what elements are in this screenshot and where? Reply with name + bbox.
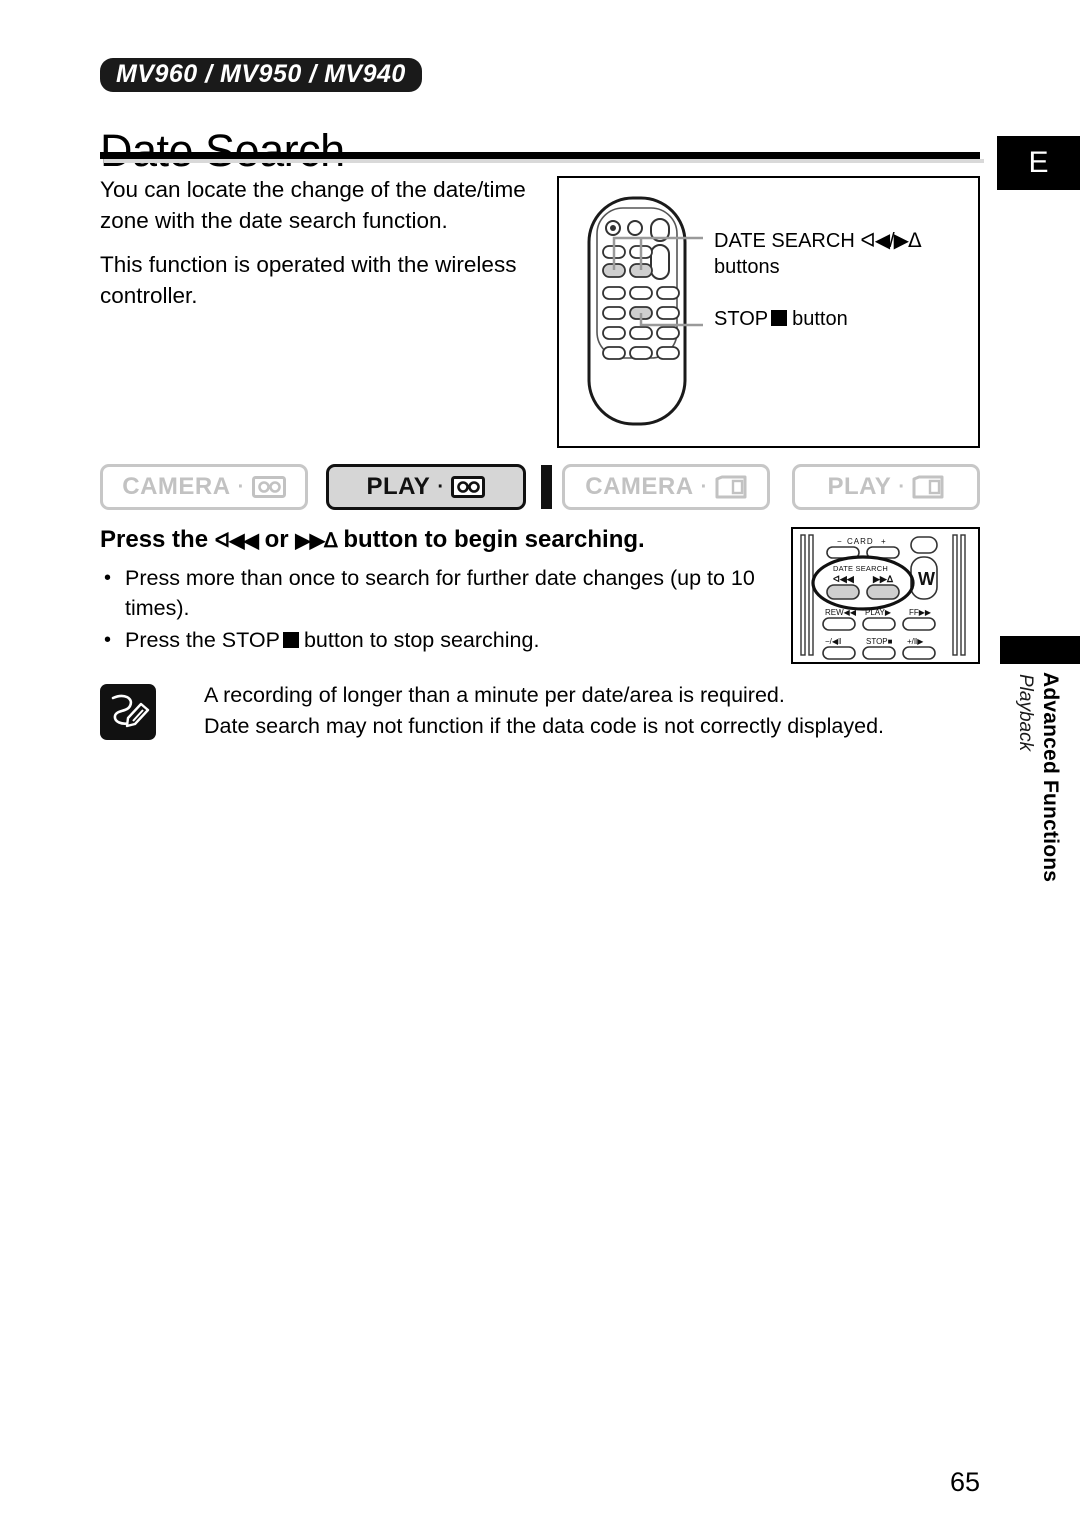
callout-stop-label: STOP (714, 308, 769, 330)
language-tab: E (997, 136, 1080, 190)
date-search-arrows-icon: ᐊ◀/▶ᐃ (860, 230, 921, 252)
mode-label: CAMERA (585, 473, 694, 500)
section-label-advanced-functions: Advanced Functions (1039, 672, 1062, 883)
page-number: 65 (949, 1467, 980, 1497)
intro-paragraph-1: You can locate the change of the date/ti… (100, 177, 526, 233)
tape-icon (251, 476, 286, 498)
page-title: Date Search (100, 125, 345, 177)
fast-forward-arrows-icon: ▶▶ᐃ (295, 530, 337, 552)
title-rule (100, 152, 980, 159)
bullet-stop-pre: Press the STOP (125, 628, 280, 652)
section-tab-labels: Advanced Functions Playback (1000, 672, 1080, 932)
instruction-block: Press the ᐊ◀◀ or ▶▶ᐃ button to begin sea… (100, 524, 760, 657)
memo-pencil-glyph (111, 694, 150, 728)
svg-text:−/◀‖: −/◀‖ (825, 637, 841, 646)
callout-date-search-label: DATE SEARCH (714, 230, 855, 252)
svg-text:ᐊ◀◀: ᐊ◀◀ (833, 574, 855, 584)
camcorder-buttons-illustration: − CARD + W DATE SEARCH ᐊ◀◀ ▶▶ᐃ REW◀◀ PLA… (800, 534, 966, 660)
section-tab-bar (1000, 636, 1080, 664)
svg-text:−: − (837, 537, 842, 546)
svg-text:REW◀◀: REW◀◀ (825, 608, 857, 617)
note-pencil-icon (100, 684, 156, 740)
instruction-heading-part-3: button to begin searching. (343, 526, 645, 553)
note-block: A recording of longer than a minute per … (100, 680, 960, 742)
callout-stop-suffix: button (792, 308, 848, 330)
svg-text:DATE SEARCH: DATE SEARCH (833, 564, 888, 573)
mode-badge-play-tape: PLAY · (326, 464, 526, 510)
remote-figure-box: DATE SEARCH ᐊ◀/▶ᐃ buttons STOP button (557, 176, 980, 448)
mode-badge-row: CAMERA · PLAY · CAMERA · PLAY · (100, 464, 980, 510)
svg-text:PLAY▶: PLAY▶ (865, 608, 892, 617)
intro-paragraph-2: This function is operated with the wirel… (100, 252, 517, 308)
wireless-controller-illustration (587, 196, 703, 426)
camcorder-panel-figure: − CARD + W DATE SEARCH ᐊ◀◀ ▶▶ᐃ REW◀◀ PLA… (791, 527, 980, 664)
bullet-stop-post: button to stop searching. (303, 628, 540, 652)
mode-badge-play-card: PLAY · (792, 464, 980, 510)
svg-text:FF▶▶: FF▶▶ (909, 608, 932, 617)
rewind-arrows-icon: ᐊ◀◀ (214, 530, 259, 552)
instruction-bullet: Press more than once to search for furth… (100, 563, 760, 623)
model-badge: MV960 / MV950 / MV940 (100, 58, 422, 92)
callout-stop: STOP button (714, 306, 848, 332)
memory-card-icon (912, 475, 944, 499)
note-line-1: A recording of longer than a minute per … (204, 683, 785, 707)
mode-separator-dot: · (700, 476, 708, 498)
svg-text:+: + (881, 537, 886, 546)
memory-card-icon (715, 475, 747, 499)
instruction-heading: Press the ᐊ◀◀ or ▶▶ᐃ button to begin sea… (100, 524, 760, 557)
mode-label: PLAY (827, 473, 892, 500)
mode-group-separator (541, 465, 552, 509)
stop-square-icon (771, 310, 788, 326)
tape-icon (451, 476, 486, 498)
svg-text:W: W (918, 569, 935, 589)
manual-page: MV960 / MV950 / MV940 Date Search E You … (0, 0, 1080, 1534)
instruction-bullet-list: Press more than once to search for furth… (100, 563, 760, 655)
mode-badge-camera-card: CAMERA · (562, 464, 770, 510)
instruction-heading-part-2: or (264, 526, 289, 553)
svg-text:STOP■: STOP■ (866, 637, 893, 646)
svg-text:▶▶ᐃ: ▶▶ᐃ (872, 574, 894, 584)
mode-badge-camera-tape: CAMERA · (100, 464, 308, 510)
instruction-bullet: Press the STOP button to stop searching. (100, 625, 760, 655)
mode-label: CAMERA (122, 473, 231, 500)
intro-text: You can locate the change of the date/ti… (100, 174, 540, 324)
section-label-playback: Playback (1015, 674, 1036, 752)
note-line-2: Date search may not function if the data… (204, 714, 885, 738)
callout-date-search: DATE SEARCH ᐊ◀/▶ᐃ buttons (714, 228, 922, 280)
mode-separator-dot: · (437, 476, 445, 498)
stop-square-icon (282, 632, 299, 648)
mode-label: PLAY (366, 473, 431, 500)
svg-text:+/‖▶: +/‖▶ (907, 637, 924, 646)
mode-separator-dot: · (237, 476, 245, 498)
title-rule-shadow (104, 159, 984, 163)
svg-text:CARD: CARD (847, 537, 874, 546)
callout-date-search-sub: buttons (714, 256, 780, 278)
note-text: A recording of longer than a minute per … (204, 680, 960, 742)
instruction-heading-part-1: Press the (100, 526, 209, 553)
mode-separator-dot: · (898, 476, 906, 498)
